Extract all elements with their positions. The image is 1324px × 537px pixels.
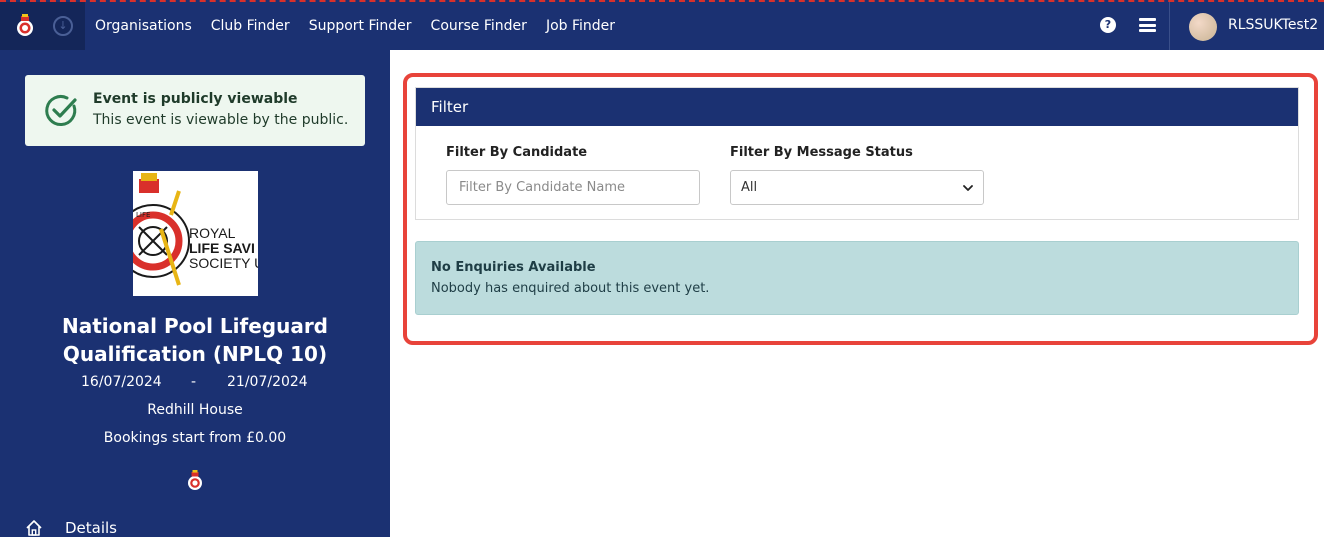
avatar[interactable] xyxy=(1189,13,1217,41)
status-selected-value: All xyxy=(741,180,758,195)
crest-logo-icon[interactable] xyxy=(14,14,36,38)
event-title: National Pool Lifeguard Qualification (N… xyxy=(62,314,328,366)
date-separator: - xyxy=(191,374,197,390)
end-date: 21/07/2024 xyxy=(227,374,308,390)
navbar-divider xyxy=(1169,2,1170,50)
logo-line-3: SOCIETY U xyxy=(189,255,258,271)
nav-club-finder[interactable]: Club Finder xyxy=(211,18,290,34)
rlss-crest-icon: LIFE ROYAL LIFE SAVI SOCIETY U xyxy=(133,173,258,286)
svg-text:LIFE: LIFE xyxy=(136,211,150,219)
sidebar-item-details[interactable]: Details xyxy=(25,518,117,537)
public-visibility-notice: Event is publicly viewable This event is… xyxy=(25,75,365,146)
crest-logo-icon xyxy=(188,470,202,490)
filter-header: Filter xyxy=(416,88,1298,126)
nav-organisations[interactable]: Organisations xyxy=(95,18,192,34)
event-sidebar: Event is publicly viewable This event is… xyxy=(0,50,390,537)
check-circle-icon xyxy=(45,95,77,126)
brand-area: ↓ xyxy=(0,2,85,50)
hamburger-menu-icon[interactable] xyxy=(1139,18,1156,32)
event-price: Bookings start from £0.00 xyxy=(103,430,287,446)
username[interactable]: RLSSUKTest2 xyxy=(1228,17,1318,33)
message-status-select[interactable]: All xyxy=(730,170,984,205)
help-icon[interactable]: ? xyxy=(1100,17,1116,33)
notice-title: Event is publicly viewable xyxy=(93,91,298,107)
main-nav: Organisations Club Finder Support Finder… xyxy=(95,2,634,50)
nav-course-finder[interactable]: Course Finder xyxy=(431,18,527,34)
notice-text: This event is viewable by the public. xyxy=(93,112,349,128)
download-icon[interactable]: ↓ xyxy=(53,16,73,36)
organisation-logo: LIFE ROYAL LIFE SAVI SOCIETY U xyxy=(133,171,258,296)
nav-job-finder[interactable]: Job Finder xyxy=(546,18,615,34)
logo-line-1: ROYAL xyxy=(189,225,236,241)
nav-support-finder[interactable]: Support Finder xyxy=(309,18,412,34)
home-icon xyxy=(26,520,42,536)
alert-text: Nobody has enquired about this event yet… xyxy=(431,281,710,296)
top-navbar: ↓ Organisations Club Finder Support Find… xyxy=(0,0,1324,50)
chevron-down-icon xyxy=(963,184,973,191)
candidate-search-input[interactable] xyxy=(446,170,700,205)
event-venue: Redhill House xyxy=(147,402,243,418)
candidate-filter-label: Filter By Candidate xyxy=(446,145,588,160)
status-filter-label: Filter By Message Status xyxy=(730,145,913,160)
sidebar-item-label: Details xyxy=(65,519,118,537)
filter-card: Filter Filter By Candidate Filter By Mes… xyxy=(415,87,1299,220)
alert-title: No Enquiries Available xyxy=(431,260,596,275)
logo-line-2: LIFE SAVI xyxy=(189,240,255,256)
start-date: 16/07/2024 xyxy=(81,374,162,390)
no-enquiries-alert: No Enquiries Available Nobody has enquir… xyxy=(415,241,1299,315)
